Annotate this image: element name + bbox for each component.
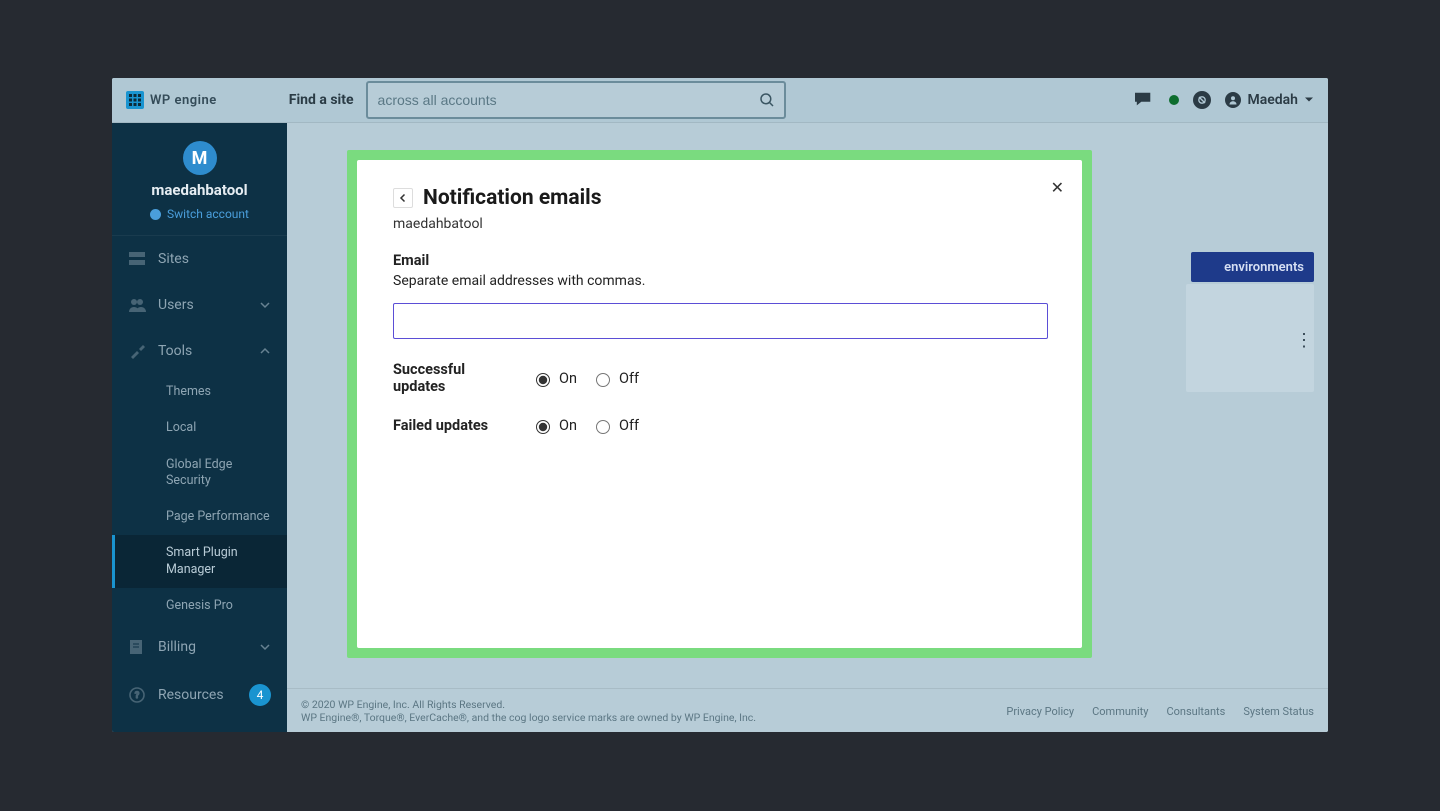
brand-logo[interactable]: WP engine [126, 91, 217, 109]
resources-badge: 4 [249, 684, 271, 706]
sidebar-sub-genesis-pro[interactable]: Genesis Pro [112, 588, 287, 624]
svg-text:?: ? [135, 691, 139, 701]
user-avatar-icon [1225, 92, 1241, 108]
site-search[interactable] [366, 81, 786, 119]
sidebar-sub-themes[interactable]: Themes [112, 374, 287, 410]
sidebar: M maedahbatool Switch account Sites User… [112, 123, 287, 732]
footer-legal: © 2020 WP Engine, Inc. All Rights Reserv… [301, 698, 756, 724]
modal-header: Notification emails [393, 186, 1046, 210]
email-help-text: Separate email addresses with commas. [393, 273, 1046, 289]
footer-link-consultants[interactable]: Consultants [1166, 705, 1225, 718]
failed-updates-row: Failed updates On Off [393, 417, 1046, 434]
sidebar-item-label: Tools [158, 343, 192, 359]
chevron-up-icon [259, 345, 271, 357]
topbar: WP engine Find a site Maedah [112, 78, 1328, 123]
chevron-down-icon [259, 299, 271, 311]
back-button[interactable] [393, 188, 413, 208]
users-icon [128, 296, 146, 314]
search-icon [758, 91, 776, 109]
find-site-label: Find a site [289, 92, 354, 108]
account-avatar: M [183, 141, 217, 175]
sidebar-item-users[interactable]: Users [112, 282, 287, 328]
sidebar-item-label: Billing [158, 639, 196, 655]
user-menu[interactable]: Maedah [1225, 92, 1314, 108]
footer-link-privacy[interactable]: Privacy Policy [1006, 705, 1074, 718]
sidebar-item-tools[interactable]: Tools [112, 328, 287, 374]
alert-icon [150, 209, 161, 220]
failed-off-radio[interactable]: Off [591, 417, 639, 434]
sidebar-item-resources[interactable]: ? Resources 4 [112, 670, 287, 720]
resources-icon: ? [128, 686, 146, 704]
chevron-left-icon [398, 193, 408, 203]
successful-updates-row: Successful updates On Off [393, 361, 1046, 395]
chevron-down-icon [259, 641, 271, 653]
email-input[interactable] [393, 303, 1048, 339]
switch-account-label: Switch account [167, 207, 249, 221]
billing-icon [128, 638, 146, 656]
tools-submenu: Themes Local Global Edge Security Page P… [112, 374, 287, 624]
modal-subtitle: maedahbatool [393, 216, 1046, 232]
footer-links: Privacy Policy Community Consultants Sys… [1006, 705, 1314, 718]
successful-on-radio[interactable]: On [531, 370, 577, 387]
close-icon[interactable]: ✕ [1051, 178, 1064, 197]
footer: © 2020 WP Engine, Inc. All Rights Reserv… [287, 688, 1328, 732]
sidebar-item-label: Sites [158, 251, 189, 267]
sidebar-sub-local[interactable]: Local [112, 410, 287, 446]
help-icon[interactable] [1193, 91, 1211, 109]
successful-updates-label: Successful updates [393, 361, 517, 395]
failed-on-radio[interactable]: On [531, 417, 577, 434]
footer-trademark: WP Engine®, Torque®, EverCache®, and the… [301, 711, 756, 724]
sidebar-sub-smart-plugin-manager[interactable]: Smart Plugin Manager [112, 535, 287, 588]
site-search-input[interactable] [376, 91, 758, 109]
email-label: Email [393, 252, 1046, 269]
switch-account-link[interactable]: Switch account [122, 207, 277, 221]
sidebar-sub-global-edge-security[interactable]: Global Edge Security [112, 447, 287, 500]
footer-copyright: © 2020 WP Engine, Inc. All Rights Reserv… [301, 698, 756, 711]
caret-down-icon [1304, 96, 1314, 104]
chat-icon[interactable] [1133, 91, 1155, 109]
modal-highlight: ✕ Notification emails maedahbatool Email… [347, 150, 1092, 658]
failed-updates-label: Failed updates [393, 417, 517, 434]
brand-text: WP engine [150, 93, 217, 108]
user-name: Maedah [1247, 92, 1298, 108]
more-menu-icon[interactable]: ⋮ [1295, 339, 1312, 343]
notification-emails-modal: ✕ Notification emails maedahbatool Email… [357, 160, 1082, 648]
sidebar-account: M maedahbatool Switch account [112, 123, 287, 236]
sidebar-item-billing[interactable]: Billing [112, 624, 287, 670]
status-online-icon [1169, 95, 1179, 105]
sidebar-item-label: Users [158, 297, 194, 313]
footer-link-community[interactable]: Community [1092, 705, 1148, 718]
brand-icon [126, 91, 144, 109]
topbar-right: Maedah [1133, 91, 1314, 109]
tools-icon [128, 342, 146, 360]
sites-icon [128, 250, 146, 268]
app-frame: WP engine Find a site Maedah [112, 78, 1328, 732]
account-name: maedahbatool [122, 181, 277, 199]
successful-off-radio[interactable]: Off [591, 370, 639, 387]
sidebar-sub-page-performance[interactable]: Page Performance [112, 499, 287, 535]
footer-link-system-status[interactable]: System Status [1243, 705, 1314, 718]
modal-title: Notification emails [423, 186, 602, 210]
sidebar-item-label: Resources [158, 687, 224, 703]
sidebar-item-sites[interactable]: Sites [112, 236, 287, 282]
environments-button[interactable]: environments [1191, 252, 1314, 282]
